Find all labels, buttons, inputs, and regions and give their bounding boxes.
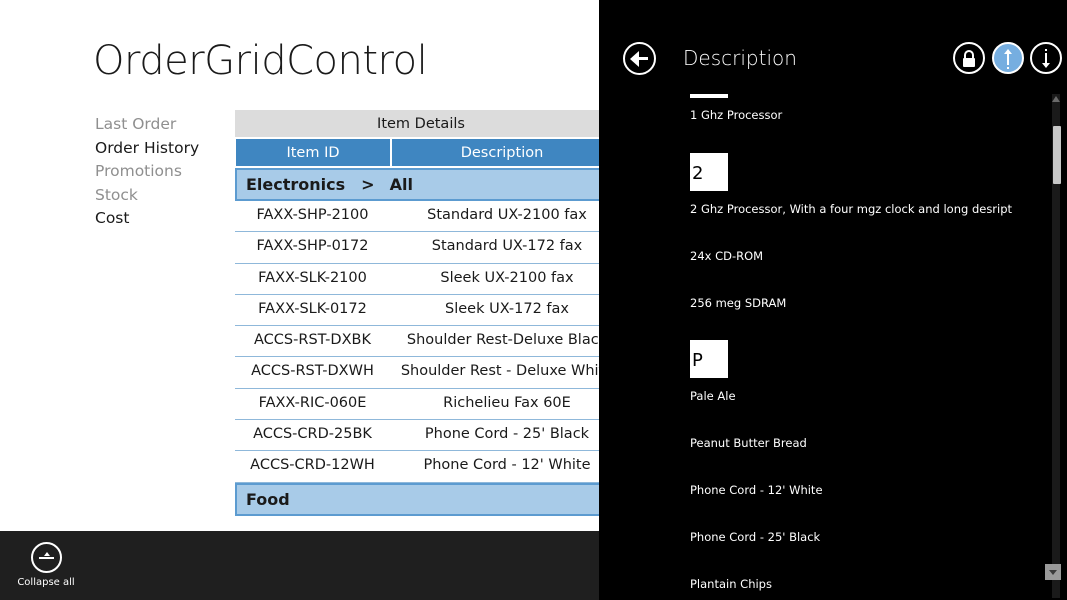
list-item[interactable]: Plantain Chips xyxy=(690,577,772,591)
cell-description: Phone Cord - 12' White xyxy=(423,457,591,474)
vertical-scrollbar[interactable] xyxy=(1045,94,1062,598)
cell-description: Shoulder Rest - Deluxe White xyxy=(400,363,599,380)
list-item[interactable]: 1 Ghz Processor xyxy=(690,108,782,122)
category-row-food[interactable]: Food xyxy=(235,482,599,516)
table-row[interactable]: FAXX-SLK-0172 Sleek UX-172 fax xyxy=(235,295,599,327)
cell-description: Standard UX-172 fax xyxy=(431,238,583,255)
table-row[interactable]: FAXX-RIC-060E Richelieu Fax 60E xyxy=(235,389,599,421)
back-arrow-icon[interactable] xyxy=(623,42,656,75)
list-item[interactable]: Pale Ale xyxy=(690,389,736,403)
list-item[interactable]: Phone Cord - 25' Black xyxy=(690,530,820,544)
table-row[interactable]: FAXX-SLK-2100 Sleek UX-2100 fax xyxy=(235,264,599,295)
cell-item-id: FAXX-SLK-2100 xyxy=(258,269,367,286)
cell-item-id: FAXX-SHP-2100 xyxy=(256,207,369,223)
list-item[interactable]: 24x CD-ROM xyxy=(690,249,763,263)
category-row-electronics[interactable]: Electronics > All xyxy=(235,168,599,201)
table-row[interactable]: ACCS-CRD-25BK Phone Cord - 25' Black xyxy=(235,420,599,452)
cell-description: Standard UX-2100 fax xyxy=(427,207,587,223)
column-headers: Item ID Description xyxy=(235,139,599,168)
nav-item-last-order[interactable]: Last Order xyxy=(95,113,199,137)
cell-item-id: ACCS-RST-DXBK xyxy=(254,332,371,349)
list-item[interactable]: Phone Cord - 12' White xyxy=(690,483,823,497)
nav-item-promotions[interactable]: Promotions xyxy=(95,160,199,184)
cell-description: Sleek UX-2100 fax xyxy=(440,269,574,286)
category-name: Electronics xyxy=(246,175,346,194)
list-item[interactable]: 256 meg SDRAM xyxy=(690,296,786,310)
nav-item-cost[interactable]: Cost xyxy=(95,207,199,231)
scroll-up-arrow-icon[interactable] xyxy=(1052,96,1060,102)
sort-ascending-icon[interactable] xyxy=(992,42,1024,74)
table-row[interactable]: ACCS-RST-DXWH Shoulder Rest - Deluxe Whit… xyxy=(235,357,599,389)
app-bar: Collapse all xyxy=(0,531,600,600)
nav-item-order-history[interactable]: Order History xyxy=(95,137,199,161)
scroll-down-arrow-icon[interactable] xyxy=(1045,564,1061,580)
cell-description: Phone Cord - 25' Black xyxy=(424,426,590,443)
cell-description: Richelieu Fax 60E xyxy=(443,394,571,411)
lock-icon[interactable] xyxy=(953,42,985,74)
grid-rows: FAXX-SHP-2100 Standard UX-2100 fax FAXX-S… xyxy=(235,201,599,483)
group-header-strip xyxy=(690,94,728,98)
cell-description: Shoulder Rest-Deluxe Black xyxy=(406,332,599,349)
cell-description: Sleek UX-172 fax xyxy=(445,300,569,317)
cell-item-id: ACCS-CRD-25BK xyxy=(253,426,372,443)
column-header-description[interactable]: Description xyxy=(392,139,599,166)
collapse-all-label: Collapse all xyxy=(17,577,75,588)
scroll-thumb[interactable] xyxy=(1053,126,1061,184)
table-row[interactable]: ACCS-RST-DXBK Shoulder Rest-Deluxe Black xyxy=(235,326,599,358)
collapse-all-icon xyxy=(30,542,62,573)
collapse-all-button[interactable]: Collapse all xyxy=(16,541,76,588)
group-header-p[interactable]: P xyxy=(690,340,728,378)
flyout-title: Description xyxy=(683,46,797,70)
sort-descending-icon[interactable] xyxy=(1030,42,1062,74)
category-name: Food xyxy=(246,489,290,509)
table-row[interactable]: ACCS-CRD-12WH Phone Cord - 12' White xyxy=(235,451,599,483)
nav-item-stock[interactable]: Stock xyxy=(95,184,199,208)
cell-item-id: ACCS-CRD-12WH xyxy=(250,457,375,474)
column-header-item-id[interactable]: Item ID xyxy=(236,139,390,166)
page-title: OrderGridControl xyxy=(93,38,428,84)
group-header-item-details: Item Details xyxy=(235,110,599,137)
order-grid: Item Details Item ID Description Electro… xyxy=(235,110,599,516)
cell-item-id: FAXX-RIC-060E xyxy=(258,394,367,411)
list-item[interactable]: 2 Ghz Processor, With a four mgz clock a… xyxy=(690,202,1012,216)
list-item[interactable]: Peanut Butter Bread xyxy=(690,436,807,450)
category-separator: > xyxy=(361,175,375,194)
main-app-surface: OrderGridControl Last Order Order Histor… xyxy=(0,0,599,531)
cell-item-id: FAXX-SLK-0172 xyxy=(258,300,367,317)
cell-item-id: FAXX-SHP-0172 xyxy=(256,238,369,255)
category-sub: All xyxy=(389,175,413,194)
description-flyout: Description 1 Ghz Processor 2 2 Ghz Proc… xyxy=(599,0,1067,600)
table-row[interactable]: FAXX-SHP-0172 Standard UX-172 fax xyxy=(235,232,599,264)
group-header-2[interactable]: 2 xyxy=(690,153,728,191)
nav-menu: Last Order Order History Promotions Stoc… xyxy=(95,113,199,231)
table-row[interactable]: FAXX-SHP-2100 Standard UX-2100 fax xyxy=(235,201,599,233)
cell-item-id: ACCS-RST-DXWH xyxy=(251,363,374,380)
description-list: 1 Ghz Processor 2 2 Ghz Processor, With … xyxy=(690,90,1050,600)
